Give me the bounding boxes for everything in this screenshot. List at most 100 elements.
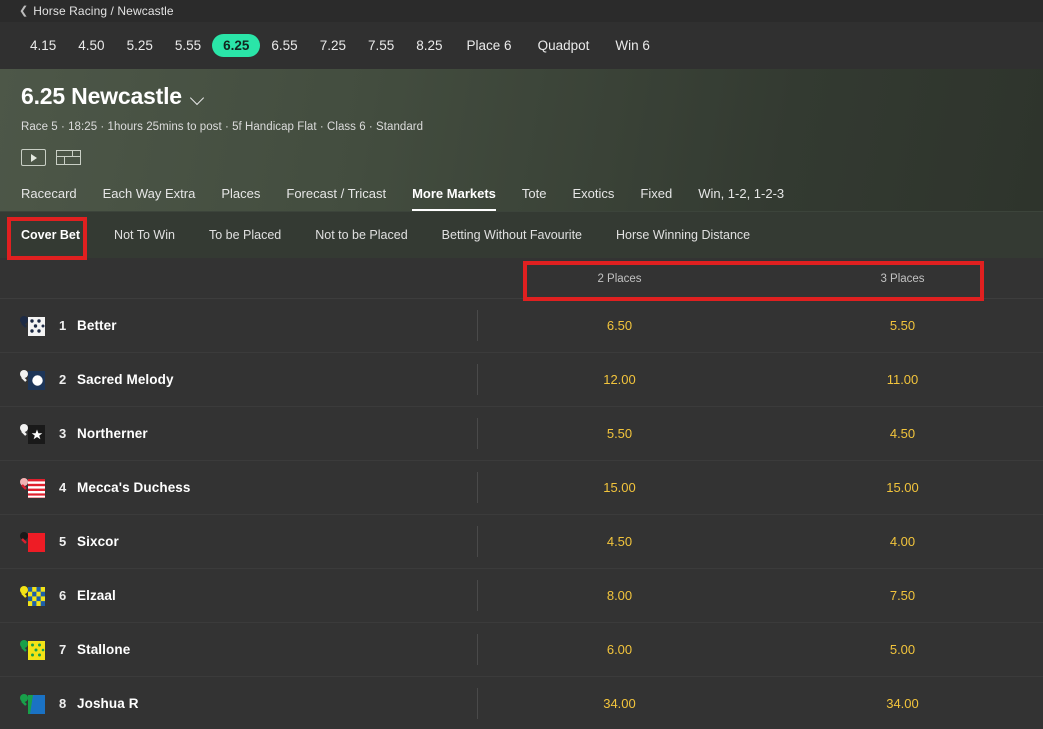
runner-number: 5	[59, 534, 68, 549]
table-row: 5 Sixcor 4.504.00	[0, 515, 1043, 569]
time-tab-4-15[interactable]: 4.15	[19, 34, 67, 58]
main-tabs: Racecard Each Way Extra Places Forecast / T…	[21, 186, 810, 211]
odds-3-places[interactable]: 34.00	[761, 696, 1043, 711]
main-tab-places[interactable]: Places	[221, 186, 274, 211]
odds-3-places[interactable]: 4.00	[761, 534, 1043, 549]
runner-number: 6	[59, 588, 68, 603]
race-form-icon[interactable]	[56, 149, 81, 166]
main-tab-fixed[interactable]: Fixed	[640, 186, 686, 211]
table-row: 6 Elzaal 8.007.50	[0, 569, 1043, 623]
runner-name[interactable]: Stallone	[77, 642, 130, 657]
sub-tab-not-to-win[interactable]: Not To Win	[114, 228, 175, 242]
runner-name[interactable]: Better	[77, 318, 117, 333]
runner-number: 4	[59, 480, 68, 495]
table-row: 1 Better 6.505.50	[0, 299, 1043, 353]
runner-cell: 1 Better	[0, 299, 478, 352]
table-header-row: 2 Places 3 Places	[0, 258, 1043, 299]
odds-2-places[interactable]: 6.50	[478, 318, 761, 333]
runner-name[interactable]: Joshua R	[77, 696, 139, 711]
column-header-2-places: 2 Places	[478, 269, 761, 287]
runner-cell: 5 Sixcor	[0, 515, 478, 568]
main-tab-exotics[interactable]: Exotics	[572, 186, 628, 211]
table-body: 1Better6.505.502Sacred Melody12.0011.003…	[0, 299, 1043, 729]
chevron-left-icon[interactable]: ❮	[19, 6, 28, 17]
runner-cell: 8 Joshua R	[0, 677, 478, 729]
runner-name[interactable]: Elzaal	[77, 588, 116, 603]
runner-cell: 7 Stallone	[0, 623, 478, 676]
odds-2-places[interactable]: 8.00	[478, 588, 761, 603]
time-tab-win-6[interactable]: Win 6	[602, 34, 663, 58]
silk-blue-green-cap-icon	[19, 693, 46, 715]
silk-navy-white-disc-icon	[19, 369, 46, 391]
time-tab-5-55[interactable]: 5.55	[164, 34, 212, 58]
race-header: 6.25 Newcastle Race 5 · 18:25 · 1hours 2…	[0, 69, 1043, 211]
time-tab-4-50[interactable]: 4.50	[67, 34, 115, 58]
silk-yellow-blue-check-icon	[19, 585, 46, 607]
runner-number: 1	[59, 318, 68, 333]
main-tab-tote[interactable]: Tote	[522, 186, 561, 211]
runner-cell: 2 Sacred Melody	[0, 353, 478, 406]
runner-number: 2	[59, 372, 68, 387]
sub-tab-horse-winning-distance[interactable]: Horse Winning Distance	[616, 228, 750, 242]
time-tab-quadpot[interactable]: Quadpot	[525, 34, 603, 58]
page-title: 6.25 Newcastle	[21, 83, 182, 110]
race-title-row: 6.25 Newcastle	[21, 83, 1043, 110]
table-row: 8 Joshua R 34.0034.00	[0, 677, 1043, 729]
runner-cell: 3 Northerner	[0, 407, 478, 460]
breadcrumb-text[interactable]: Horse Racing / Newcastle	[33, 4, 173, 18]
odds-3-places[interactable]: 4.50	[761, 426, 1043, 441]
sub-tab-to-be-placed[interactable]: To be Placed	[209, 228, 281, 242]
silk-red-white-hoops-icon	[19, 477, 46, 499]
odds-2-places[interactable]: 5.50	[478, 426, 761, 441]
table-row: 4 Mecca's Duchess 15.0015.00	[0, 461, 1043, 515]
odds-2-places[interactable]: 34.00	[478, 696, 761, 711]
time-tab-place-6[interactable]: Place 6	[454, 34, 525, 58]
time-tab-6-55[interactable]: 6.55	[260, 34, 308, 58]
time-tab-7-55[interactable]: 7.55	[357, 34, 405, 58]
silk-black-white-star-icon	[19, 423, 46, 445]
odds-2-places[interactable]: 15.00	[478, 480, 761, 495]
odds-2-places[interactable]: 4.50	[478, 534, 761, 549]
odds-3-places[interactable]: 7.50	[761, 588, 1043, 603]
column-header-3-places: 3 Places	[761, 269, 1043, 287]
main-tab-racecard[interactable]: Racecard	[21, 186, 91, 211]
table-row: 2 Sacred Melody 12.0011.00	[0, 353, 1043, 407]
main-tab-forecast-tricast[interactable]: Forecast / Tricast	[286, 186, 400, 211]
odds-3-places[interactable]: 11.00	[761, 372, 1043, 387]
runner-name[interactable]: Sacred Melody	[77, 372, 174, 387]
chevron-down-icon[interactable]	[192, 93, 205, 106]
odds-3-places[interactable]: 5.50	[761, 318, 1043, 333]
time-tab-6-25[interactable]: 6.25	[212, 34, 260, 58]
silk-solid-red-icon	[19, 531, 46, 553]
odds-2-places[interactable]: 12.00	[478, 372, 761, 387]
runner-number: 3	[59, 426, 68, 441]
odds-2-places[interactable]: 6.00	[478, 642, 761, 657]
runner-number: 7	[59, 642, 68, 657]
sub-tab-betting-without-favourite[interactable]: Betting Without Favourite	[442, 228, 582, 242]
race-time-tabs: 4.154.505.255.556.256.557.257.558.25Plac…	[0, 22, 1043, 69]
time-tab-7-25[interactable]: 7.25	[309, 34, 357, 58]
time-tab-8-25[interactable]: 8.25	[405, 34, 453, 58]
runner-number: 8	[59, 696, 68, 711]
odds-3-places[interactable]: 5.00	[761, 642, 1043, 657]
silk-navy-white-spots-icon	[19, 315, 46, 337]
sub-tab-not-to-be-placed[interactable]: Not to be Placed	[315, 228, 407, 242]
cover-bet-market-table: 2 Places 3 Places 1Better6.505.502Sacred…	[0, 258, 1043, 729]
main-tab-each-way-extra[interactable]: Each Way Extra	[103, 186, 210, 211]
runner-name[interactable]: Sixcor	[77, 534, 119, 549]
runner-cell: 4 Mecca's Duchess	[0, 461, 478, 514]
runner-cell: 6 Elzaal	[0, 569, 478, 622]
runner-name[interactable]: Mecca's Duchess	[77, 480, 191, 495]
runner-name[interactable]: Northerner	[77, 426, 148, 441]
silk-yellow-green-spots-icon	[19, 639, 46, 661]
video-play-icon[interactable]	[21, 149, 46, 166]
table-row: 7 Stallone 6.005.00	[0, 623, 1043, 677]
sub-tab-cover-bet[interactable]: Cover Bet	[21, 228, 80, 242]
odds-3-places[interactable]: 15.00	[761, 480, 1043, 495]
race-meta-text: Race 5 · 18:25 · 1hours 25mins to post ·…	[21, 121, 1043, 133]
main-tab-win-1-2-1-2-3[interactable]: Win, 1-2, 1-2-3	[698, 186, 798, 211]
table-row: 3 Northerner 5.504.50	[0, 407, 1043, 461]
main-tab-more-markets[interactable]: More Markets	[412, 186, 510, 211]
breadcrumb-bar: ❮ Horse Racing / Newcastle	[0, 0, 1043, 22]
time-tab-5-25[interactable]: 5.25	[116, 34, 164, 58]
